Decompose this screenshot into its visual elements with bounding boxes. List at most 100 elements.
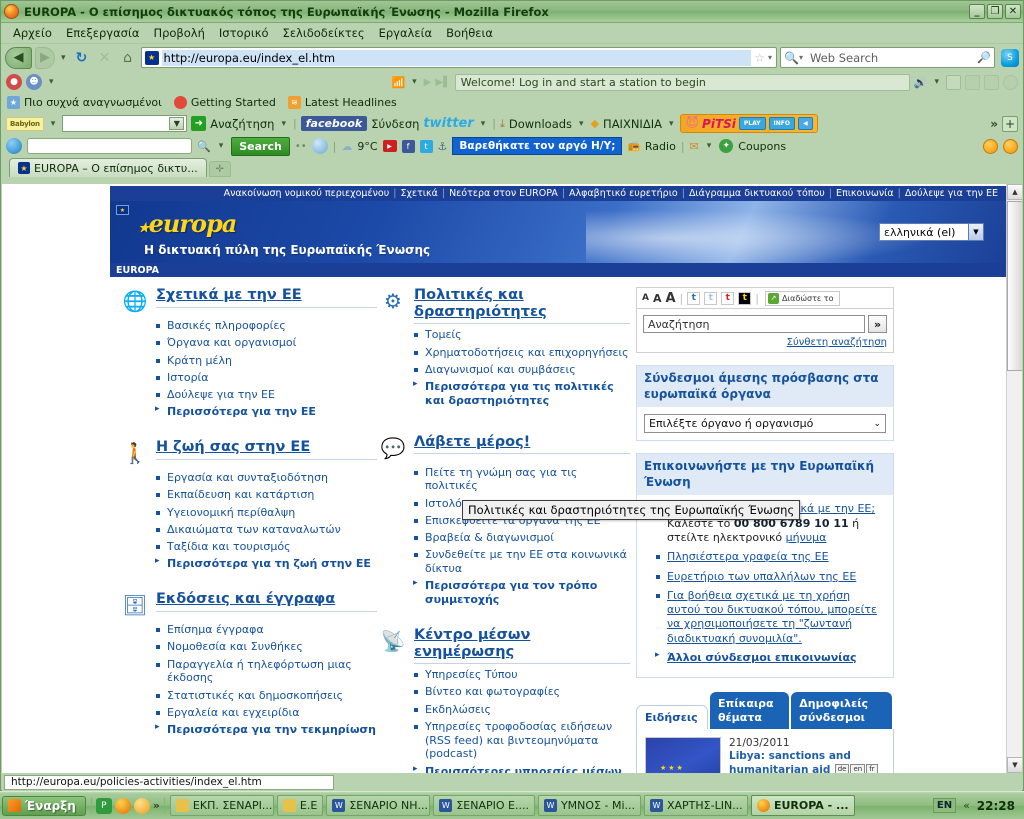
list-item[interactable]: Για βοήθεια σχετικά με τη χρήση αυτού το… (656, 589, 886, 646)
search-input[interactable]: Web Search (805, 51, 977, 65)
list-item[interactable]: Πείτε τη γνώμη σας για τις πολιτικές (414, 466, 630, 494)
list-item[interactable]: Επίσημα έγγραφα (156, 623, 377, 637)
list-item[interactable]: Στατιστικές και δημοσκοπήσεις (156, 689, 377, 703)
search-button[interactable]: Search (231, 136, 290, 156)
font-size-medium-button[interactable]: A (653, 292, 662, 305)
radio-mail-icon[interactable] (965, 74, 980, 90)
contact-staff-directory-link[interactable]: Ευρετήριο των υπαλλήλων της ΕΕ (667, 570, 856, 583)
url-text[interactable]: http://europa.eu/index_el.htm (161, 49, 752, 66)
contact-offices-link[interactable]: Πλησιέστερα γραφεία της ΕΕ (667, 550, 829, 563)
search-bar[interactable]: 🔍 ▾ Web Search 🔎 (780, 47, 995, 68)
babylon-search-label[interactable]: Αναζήτηση (210, 117, 274, 131)
list-item[interactable]: Τομείς (414, 328, 630, 342)
taskbar-item[interactable]: Ε.Ε (276, 795, 324, 816)
menu-view[interactable]: Προβολή (146, 24, 211, 42)
list-item[interactable]: Δικαιώματα των καταναλωτών (156, 523, 377, 537)
taskbar-item[interactable]: W ΣΕΝΑΡΙΟ Ε.... (433, 795, 535, 816)
toolbar-search-input[interactable] (27, 138, 192, 154)
scroll-down-arrow[interactable]: ▼ (1007, 757, 1022, 773)
more-options-icon[interactable]: •• (295, 141, 307, 152)
list-item[interactable]: Ταξίδια και τουρισμός (156, 540, 377, 554)
home-icon[interactable]: ⌂ (118, 48, 138, 68)
radio-users-icon[interactable]: ☻ (26, 74, 42, 90)
babylon-logo[interactable]: Babylon (6, 116, 44, 131)
chevron-down-icon[interactable]: ▼ (968, 224, 983, 240)
close-button[interactable]: ✕ (1005, 4, 1021, 19)
chrome-icon[interactable] (133, 797, 150, 814)
mail-dropdown-icon[interactable]: ▾ (704, 141, 715, 151)
list-item[interactable]: Κράτη μέλη (156, 354, 377, 368)
list-item[interactable]: Πλησιέστερα γραφεία της ΕΕ (656, 550, 886, 564)
list-item[interactable]: Υπηρεσίες τροφοδοσίας ειδήσεων (RSS feed… (414, 720, 630, 761)
chevron-down-icon[interactable]: ▼ (169, 117, 185, 130)
section-title[interactable]: Σχετικά με την ΕΕ (156, 287, 377, 308)
institution-select[interactable]: Επιλέξτε όργανο ή οργανισμό ⌄ (644, 414, 886, 434)
twitter-icon[interactable]: t (419, 139, 433, 153)
play-icon[interactable]: ▶ (424, 77, 432, 88)
list-item[interactable]: Παραγγελία ή τηλεφόρτωση μιας έκδοσης (156, 658, 377, 686)
topnav-jobs[interactable]: Δούλεψε για την ΕΕ (901, 188, 1002, 199)
topnav-index[interactable]: Αλφαβητικό ευρετήριο (565, 188, 682, 199)
bookmark-most-visited[interactable]: ★ Πιο συχνά αναγνωσμένοι (7, 96, 162, 109)
list-item[interactable]: Βίντεο και φωτογραφίες (414, 685, 630, 699)
contact-more-link[interactable]: Άλλοι σύνδεσμοι επικοινωνίας (667, 651, 857, 664)
section-more-link[interactable]: Περισσότερα για τις πολιτικές και δραστη… (413, 379, 630, 408)
coupons-label[interactable]: Coupons (738, 140, 786, 153)
vertical-scrollbar[interactable]: ▲ ▼ (1006, 184, 1022, 773)
menu-edit[interactable]: Επεξεργασία (59, 24, 146, 42)
babylon-dropdown-icon[interactable]: ▾ (48, 119, 59, 129)
taskbar-item[interactable]: ΕΚΠ. ΣΕΝΑΡΙ... (169, 795, 274, 816)
list-item[interactable]: Διαγωνισμοί και συμβάσεις (414, 363, 630, 377)
youtube-icon[interactable]: ▶ (382, 140, 397, 152)
radio-icon[interactable]: 📻 (627, 141, 639, 152)
chevron-down-icon[interactable]: ⌄ (873, 419, 881, 429)
site-search-submit-button[interactable]: » (868, 315, 887, 333)
facebook-icon[interactable]: f (401, 139, 415, 153)
section-title[interactable]: Πολιτικές και δραστηριότητες (414, 287, 630, 325)
radio-account-icon[interactable] (946, 74, 961, 90)
list-item[interactable]: Συνδεθείτε με την ΕΕ στα κοινωνικά δίκτυ… (414, 548, 630, 576)
language-indicator[interactable]: EN (932, 798, 957, 813)
topnav-sitemap[interactable]: Διάγραμμα δικτυακού τόπου (685, 188, 829, 199)
search-options-icon[interactable]: ▾ (278, 119, 289, 129)
new-tab-button[interactable]: ✛ (208, 161, 231, 177)
search-engine-icon[interactable]: 🔍 (784, 51, 799, 65)
search-submit-icon[interactable]: 🔎 (977, 51, 991, 64)
games-label[interactable]: ΠΑΙΧΝΙΔΙΑ (603, 117, 662, 131)
zoom-out-icon[interactable] (1003, 138, 1018, 154)
weather-widget-icon[interactable] (311, 138, 328, 154)
twitter-dropdown-icon[interactable]: ▾ (478, 119, 489, 129)
address-bar[interactable]: ★ http://europa.eu/index_el.htm ☆ ▾ (140, 47, 777, 68)
url-dropdown-icon[interactable]: ▾ (768, 53, 774, 62)
start-button[interactable]: Έναρξη (2, 795, 86, 816)
list-item[interactable]: Εργαλεία και εγχειρίδια (156, 706, 377, 720)
tab-news[interactable]: Ειδήσεις (636, 704, 708, 729)
skype-icon[interactable]: S (1001, 48, 1019, 67)
list-item[interactable]: Δούλεψε για την ΕΕ (156, 388, 377, 402)
radio-favorite-icon[interactable] (984, 74, 999, 90)
share-button[interactable]: ↗ Διαδώστε το (764, 290, 840, 306)
list-item[interactable]: Εκδηλώσεις (414, 703, 630, 717)
menu-history[interactable]: Ιστορικό (212, 24, 276, 42)
minimize-button[interactable]: _ (969, 4, 985, 19)
taskbar-item[interactable]: W ΥΜΝΟΣ - Mi... (537, 795, 641, 816)
bookmark-latest-headlines[interactable]: ≋ Latest Headlines (287, 96, 397, 109)
list-item[interactable]: Εργασία και συνταξιοδότηση (156, 471, 377, 485)
site-search-input[interactable]: Αναζήτηση (643, 315, 865, 333)
bookmark-getting-started[interactable]: Getting Started (173, 96, 276, 109)
list-item[interactable]: Άλλοι σύνδεσμοι επικοινωνίας (655, 650, 886, 665)
tab-hot-topics[interactable]: Επίκαιρα θέματα (710, 692, 790, 729)
list-item[interactable]: Υγειονομική περίθαλψη (156, 506, 377, 520)
back-button[interactable]: ◀ (5, 46, 32, 69)
menu-help[interactable]: Βοήθεια (439, 24, 500, 42)
radio-label[interactable]: Radio (645, 140, 676, 153)
forward-button[interactable]: ▶ (35, 46, 55, 69)
section-more-link[interactable]: Περισσότερα για την τεκμηρίωση (155, 722, 377, 737)
radio-dropdown-icon[interactable]: ▾ (46, 77, 57, 87)
section-more-link[interactable]: Περισσότερα για την ΕΕ (155, 404, 377, 419)
contrast-dark-button[interactable]: t (738, 291, 752, 305)
radio-block-icon[interactable] (1003, 74, 1018, 90)
section-title[interactable]: Κέντρο μέσων ενημέρωσης (414, 627, 630, 665)
font-size-small-button[interactable]: A (642, 293, 649, 303)
reload-icon[interactable]: ↻ (72, 48, 92, 68)
